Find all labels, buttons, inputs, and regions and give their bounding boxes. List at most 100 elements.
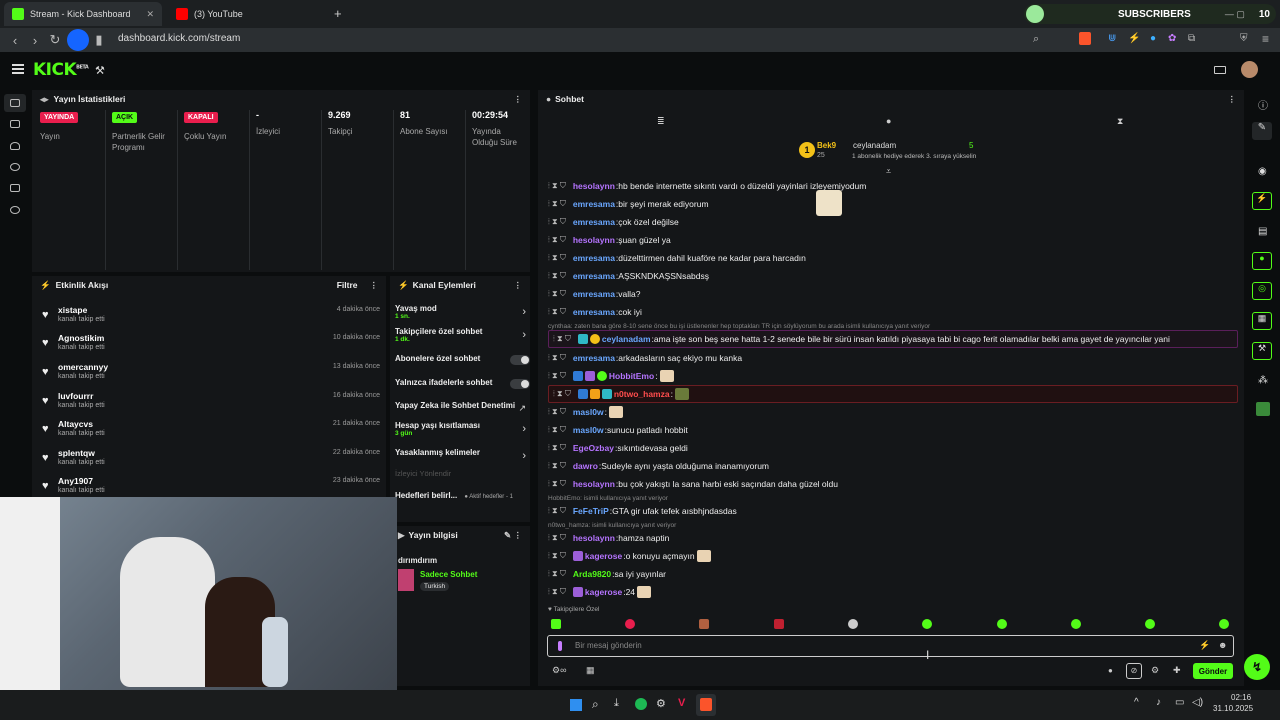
message-actions-icon[interactable]: ⦙ ⧗ ⛉ <box>548 199 566 209</box>
emote-icon[interactable] <box>625 619 635 629</box>
valorant-icon[interactable]: V <box>678 697 685 709</box>
emote-icon[interactable] <box>1145 619 1155 629</box>
subscribers-only-toggle[interactable] <box>510 355 530 365</box>
emoji-icon[interactable]: ☻ <box>1218 640 1227 650</box>
activity-user[interactable]: splentqw <box>58 448 95 458</box>
chat-username[interactable]: kagerose <box>585 587 622 597</box>
edit-icon[interactable]: ✎ ⋮ <box>504 530 522 541</box>
stream-category[interactable]: Sadece Sohbet <box>420 570 477 579</box>
chat-bubble-icon[interactable]: ● <box>886 116 891 126</box>
extension-icon[interactable]: ⚡ <box>1128 33 1140 44</box>
message-actions-icon[interactable]: ⦙ ⧗ ⛉ <box>548 217 566 227</box>
message-actions-icon[interactable]: ⦙ ⧗ ⛉ <box>548 479 566 489</box>
activity-user[interactable]: omercannyy <box>58 362 108 372</box>
activity-user[interactable]: Agnostikim <box>58 333 104 343</box>
mic-icon[interactable]: ♪ <box>1156 697 1161 708</box>
action-goals[interactable]: Hedefleri belirl... ● Aktif hedefler - 1 <box>395 489 530 501</box>
close-tab-icon[interactable]: ✕ <box>146 9 154 20</box>
emote-icon[interactable] <box>1219 619 1229 629</box>
chat-username[interactable]: emresama <box>573 353 615 363</box>
clock-time[interactable]: 02:16 <box>1231 693 1251 702</box>
info-icon[interactable]: ⓘ <box>1258 97 1268 112</box>
assistant-icon[interactable]: ↯ <box>1244 654 1270 680</box>
message-actions-icon[interactable]: ⦙ ⧗ ⛉ <box>548 407 566 417</box>
chat-username[interactable]: FeFeTriP <box>573 506 609 516</box>
chat-username[interactable]: emresama <box>573 253 615 263</box>
settings-icon[interactable] <box>10 206 20 214</box>
extensions-puzzle-icon[interactable]: ⧉ <box>1188 33 1195 44</box>
message-actions-icon[interactable]: ⦙ ⧗ ⛉ <box>548 271 566 281</box>
broadcast-icon[interactable]: ◎ <box>1252 282 1272 300</box>
bolt-panel-icon[interactable]: ⚡ <box>1252 192 1272 210</box>
new-tab-button[interactable]: + <box>334 6 342 21</box>
action-ai-moderation[interactable]: Yapay Zeka ile Sohbet Denetimi ↗ <box>395 401 530 413</box>
send-button[interactable]: Gönder <box>1193 663 1233 679</box>
app-icon[interactable] <box>1256 402 1270 416</box>
spotify-icon[interactable] <box>635 698 647 710</box>
emote-icon[interactable] <box>848 619 858 629</box>
forward-icon[interactable]: › <box>25 33 45 48</box>
message-actions-icon[interactable]: ⦙ ⧗ ⛉ <box>548 533 566 543</box>
volume-icon[interactable]: ◁) <box>1192 697 1203 708</box>
message-actions-icon[interactable]: ⦙ ⧗ ⛉ <box>548 181 566 191</box>
filter-button[interactable]: Filtre <box>337 280 358 290</box>
emote-only-toggle[interactable] <box>510 379 530 389</box>
kick-emote-icon[interactable]: ⚡ <box>1199 640 1210 651</box>
mute-icon[interactable]: ⊘ <box>1126 663 1142 679</box>
top-gifter-name[interactable]: Bek9 <box>817 141 836 150</box>
action-banned-words[interactable]: Yasaklanmış kelimeler › <box>395 448 530 462</box>
dashboard-icon[interactable] <box>10 120 20 128</box>
message-actions-icon[interactable]: ⦙ ⧗ ⛉ <box>548 587 566 597</box>
tab-youtube[interactable]: (3) YouTube <box>168 2 328 26</box>
zoom-icon[interactable]: ⌕ <box>1033 33 1039 46</box>
edit-mode-icon[interactable]: ✎ <box>1252 122 1272 140</box>
extension-icon[interactable]: ✿ <box>1168 33 1176 44</box>
emote-icon[interactable] <box>551 619 561 629</box>
trophy-icon[interactable] <box>10 142 20 150</box>
tools-icon[interactable]: ⚒ <box>1252 342 1272 360</box>
reload-icon[interactable]: ↻ <box>45 32 65 48</box>
chat-panel-icon[interactable]: ● <box>1252 252 1272 270</box>
tab-kick-dashboard[interactable]: Stream - Kick Dashboard ✕ <box>4 2 162 26</box>
chat-username[interactable]: hesolaynn <box>573 181 615 191</box>
activity-user[interactable]: xistape <box>58 305 87 315</box>
reply-context[interactable]: HobbitEmo: isimli kullanıcıya yanıt veri… <box>548 495 668 502</box>
message-actions-icon[interactable]: ⦙ ⧗ ⛉ <box>548 253 566 263</box>
back-icon[interactable]: ‹ <box>5 33 25 48</box>
gift-user[interactable]: ceylanadam <box>853 141 896 150</box>
camera-icon[interactable]: ◉ <box>1258 166 1267 177</box>
nodes-icon[interactable]: ⁂ <box>1258 375 1268 386</box>
url-field[interactable]: dashboard.kick.com/stream <box>118 33 240 44</box>
chat-username[interactable]: Arda9820 <box>573 569 611 579</box>
stats-menu-icon[interactable]: ⋮ <box>514 94 523 105</box>
reply-context[interactable]: n0two_hamza: isimli kullanıcıya yanıt ve… <box>548 522 676 529</box>
action-followers-only[interactable]: Takipçilere özel sohbet 1 dk. › <box>395 327 530 343</box>
bookmark-icon[interactable]: ▮ <box>89 32 109 48</box>
reply-context[interactable]: cynthaa: zaten bana göre 8-10 sene önce … <box>548 323 930 330</box>
message-actions-icon[interactable]: ⦙ ⧗ ⛉ <box>548 289 566 299</box>
message-actions-icon[interactable]: ⦙ ⧗ ⛉ <box>553 389 571 399</box>
network-icon[interactable]: ▭ <box>1175 697 1184 708</box>
message-actions-icon[interactable]: ⦙ ⧗ ⛉ <box>548 235 566 245</box>
message-actions-icon[interactable]: ⦙ ⧗ ⛉ <box>553 334 571 344</box>
clock-date[interactable]: 31.10.2025 <box>1213 704 1253 713</box>
message-actions-icon[interactable]: ⦙ ⧗ ⛉ <box>548 425 566 435</box>
hourglass-icon[interactable]: ⧗ <box>1117 116 1123 127</box>
menu-icon[interactable]: ≡ <box>1262 32 1269 46</box>
window-controls-icon[interactable]: — ▢ <box>1225 9 1245 20</box>
emote-icon[interactable] <box>699 619 709 629</box>
hammer-icon[interactable]: ⚒ <box>95 64 105 77</box>
emote-icon[interactable] <box>997 619 1007 629</box>
activity-user[interactable]: Altaycvs <box>58 419 93 429</box>
chat-username[interactable]: ceylanadam <box>602 334 651 344</box>
chat-username[interactable]: HobbitEmo <box>609 371 654 381</box>
extension-icon[interactable]: ⋓ <box>1108 33 1116 44</box>
chat-username[interactable]: hesolaynn <box>573 479 615 489</box>
message-actions-icon[interactable]: ⦙ ⧗ ⛉ <box>548 569 566 579</box>
chat-username[interactable]: masl0w <box>573 407 604 417</box>
activity-menu-icon[interactable]: ⋮ <box>370 280 379 291</box>
theatre-mode-icon[interactable] <box>1214 66 1226 74</box>
chat-bubble-icon[interactable]: ● <box>1108 666 1113 675</box>
channel-actions-menu-icon[interactable]: ⋮ <box>514 280 523 291</box>
chat-settings-icon[interactable]: ⚙∞ <box>552 665 566 676</box>
